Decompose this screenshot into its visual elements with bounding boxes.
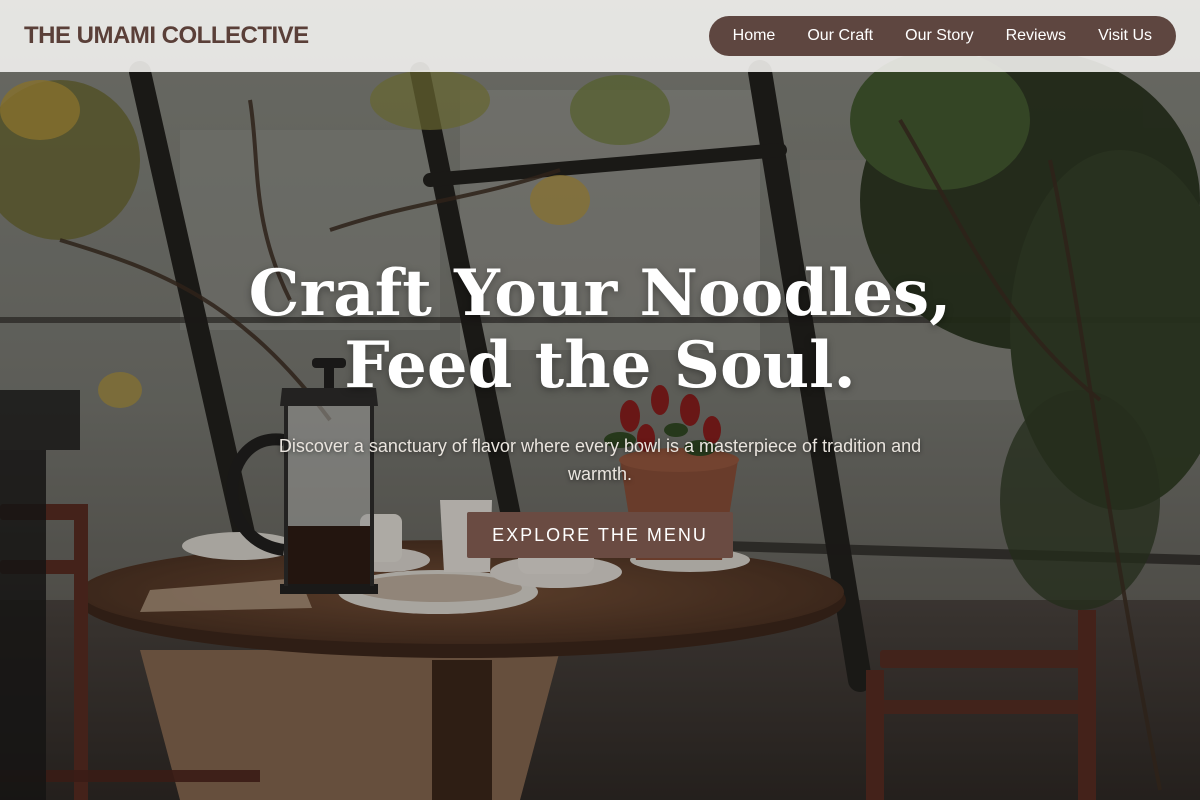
nav-our-craft-link[interactable]: Our Craft	[791, 27, 889, 45]
nav-reviews-link[interactable]: Reviews	[990, 27, 1082, 45]
nav-visit-us-link[interactable]: Visit Us	[1082, 27, 1168, 45]
hero-headline-line-1: Craft Your Noodles,	[248, 256, 952, 331]
site-header: THE UMAMI COLLECTIVE Home Our Craft Our …	[0, 0, 1200, 72]
hero-tagline: Discover a sanctuary of flavor where eve…	[278, 436, 922, 484]
hero-section: Craft Your Noodles, Feed the Soul. Disco…	[0, 258, 1200, 558]
nav-home-link[interactable]: Home	[717, 27, 792, 45]
explore-menu-button[interactable]: EXPLORE THE MENU	[467, 512, 733, 558]
brand-logo[interactable]: THE UMAMI COLLECTIVE	[24, 22, 309, 50]
hero-headline: Craft Your Noodles, Feed the Soul.	[0, 258, 1200, 402]
main-nav: Home Our Craft Our Story Reviews Visit U…	[708, 16, 1176, 56]
nav-our-story-link[interactable]: Our Story	[889, 27, 989, 45]
hero-headline-line-2: Feed the Soul.	[344, 328, 856, 403]
